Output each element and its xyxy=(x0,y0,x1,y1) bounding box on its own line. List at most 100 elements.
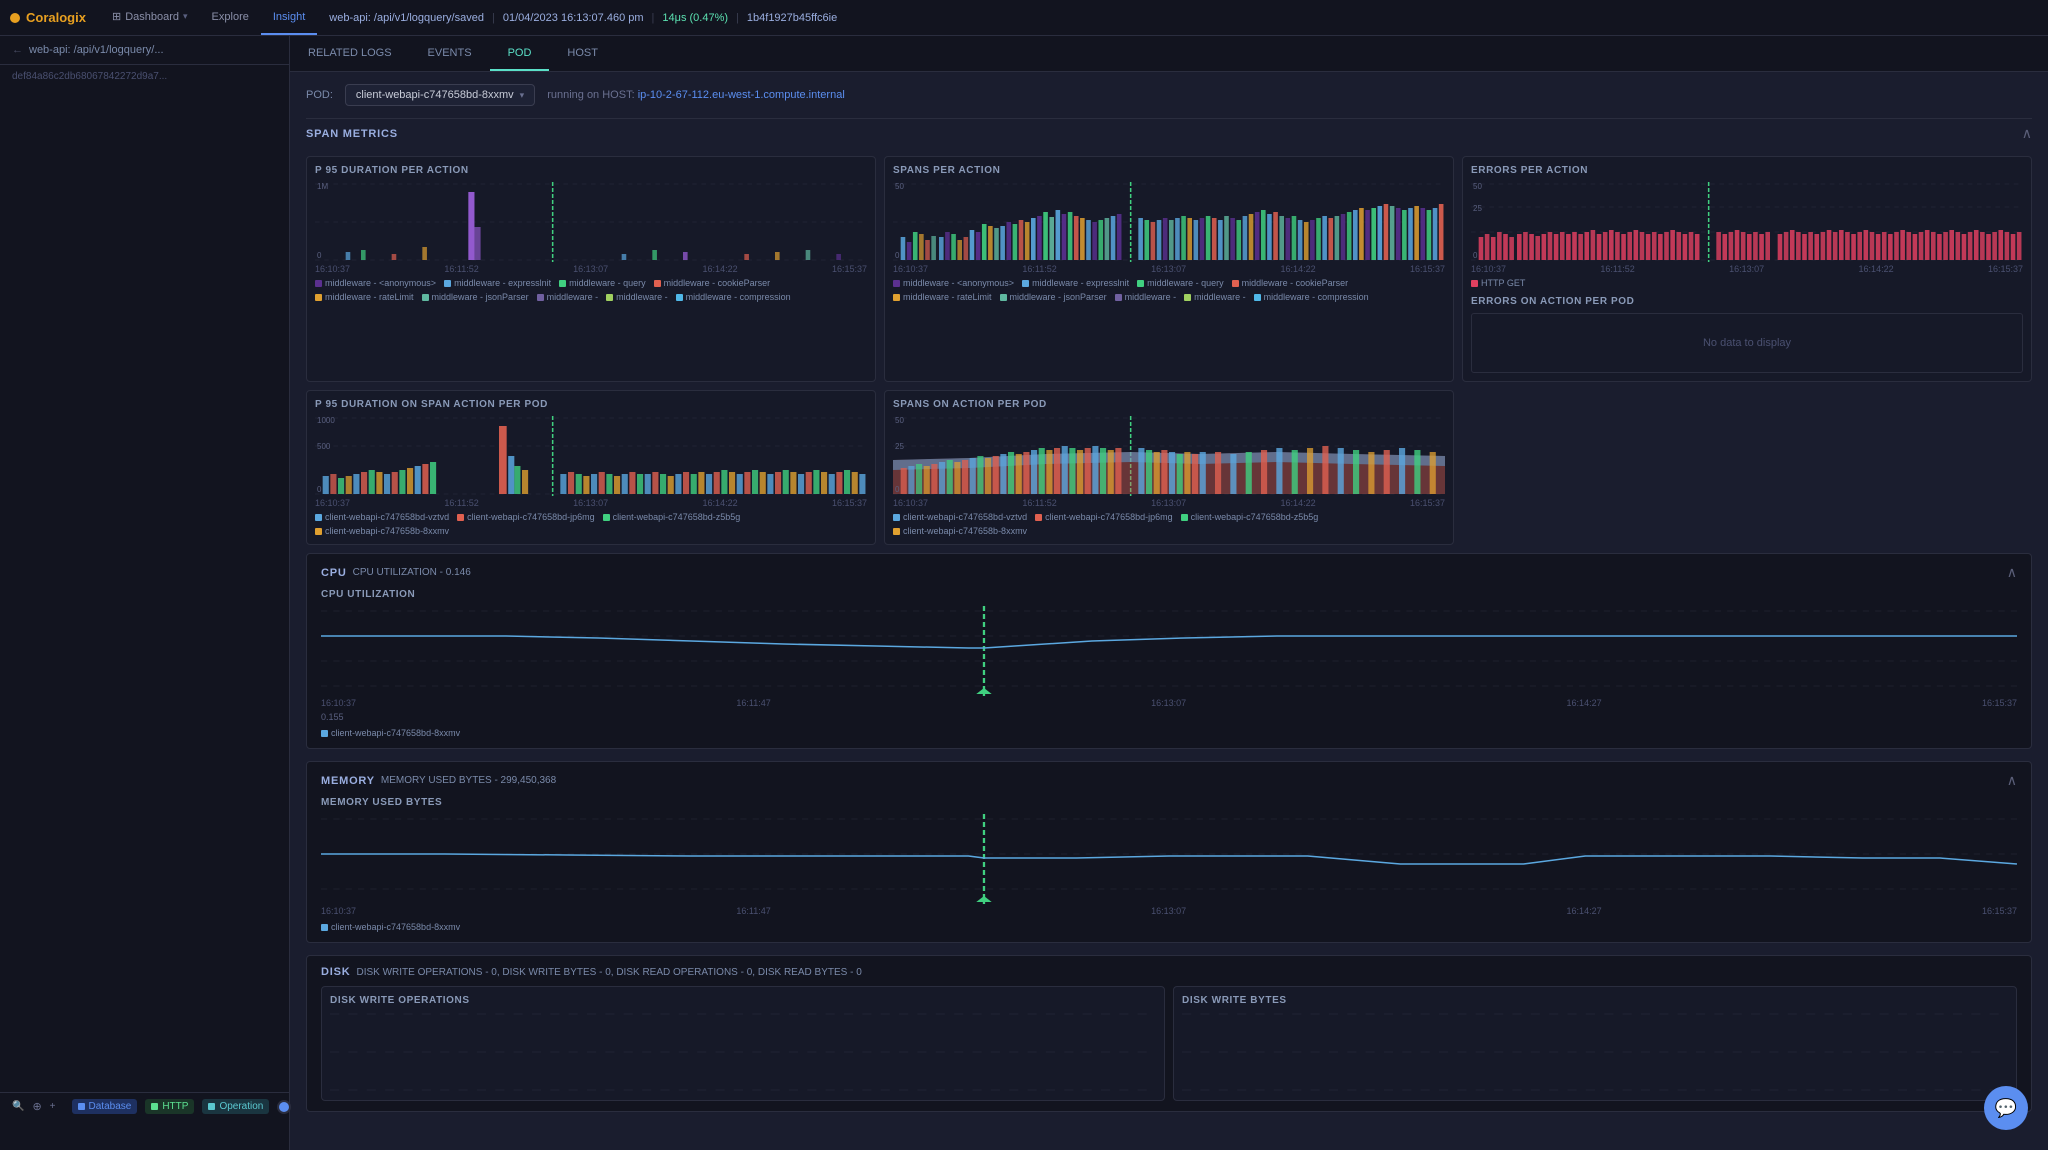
memory-collapse-button[interactable]: ∧ xyxy=(2007,772,2017,789)
span-metrics-title: SPAN METRICS xyxy=(306,128,398,140)
y-label-1m: 1M xyxy=(317,182,328,191)
nav-hash: 1b4f1927b45ffc6ie xyxy=(747,12,837,24)
memory-subtitle: MEMORY USED BYTES - 299,450,368 xyxy=(381,775,556,786)
brand-dot xyxy=(10,13,20,23)
chart-errors-title: ERRORS PER ACTION xyxy=(1471,165,2023,176)
y-label-50e: 50 xyxy=(1473,182,1482,191)
toggle-switch[interactable] xyxy=(277,1100,291,1114)
span-metrics-bottom-row: P 95 DURATION ON SPAN ACTION PER POD xyxy=(306,390,2032,545)
disk-subtitle: DISK WRITE OPERATIONS - 0, DISK WRITE BY… xyxy=(356,967,861,978)
y-label-1000: 1000 xyxy=(317,416,335,425)
chat-icon: 💬 xyxy=(1995,1098,2017,1119)
nav-path: web-api: /api/v1/logquery/saved xyxy=(329,12,484,24)
sidebar-path: web-api: /api/v1/logquery/... xyxy=(29,44,164,56)
disk-write-ops-title: DISK WRITE OPERATIONS xyxy=(330,995,1156,1006)
disk-write-ops: DISK WRITE OPERATIONS xyxy=(321,986,1165,1101)
grid-icon: ⊞ xyxy=(112,10,121,23)
y-label-25e: 25 xyxy=(1473,204,1482,213)
errors-on-action-pod-header: ERRORS ON ACTION PER POD No data to disp… xyxy=(1471,296,2023,373)
running-on-label: running on HOST: ip-10-2-67-112.eu-west-… xyxy=(547,89,845,101)
nav-dashboard[interactable]: ⊞ Dashboard ▾ xyxy=(100,0,200,35)
chevron-down-icon: ▾ xyxy=(183,11,188,22)
brand-logo[interactable]: Coralogix xyxy=(10,10,86,25)
sidebar-breadcrumb: ← web-api: /api/v1/logquery/... xyxy=(0,36,289,65)
chat-button[interactable]: 💬 xyxy=(1984,1086,2028,1130)
breadcrumb-path: web-api: /api/v1/logquery/saved | 01/04/… xyxy=(329,12,837,24)
plus-icon[interactable]: + xyxy=(50,1101,56,1112)
y-label-50: 50 xyxy=(895,182,904,191)
cpu-section: CPU CPU UTILIZATION - 0.146 ∧ CPU UTILIZ… xyxy=(306,553,2032,749)
badge-http: HTTP xyxy=(145,1099,194,1114)
chart-spans-area: 50 0 xyxy=(893,182,1445,262)
cpu-header: CPU CPU UTILIZATION - 0.146 ∧ xyxy=(321,564,2017,581)
sep2: | xyxy=(652,12,655,24)
disk-header: DISK DISK WRITE OPERATIONS - 0, DISK WRI… xyxy=(321,966,2017,978)
x-axis-errors: 16:10:3716:11:5216:13:0716:14:2216:15:37 xyxy=(1471,264,2023,274)
tab-pod[interactable]: POD xyxy=(490,36,550,71)
memory-legend: client-webapi-c747658bd-8xxmv xyxy=(321,922,2017,932)
y-label-0: 0 xyxy=(317,251,321,260)
memory-section: MEMORY MEMORY USED BYTES - 299,450,368 ∧… xyxy=(306,761,2032,943)
legend-p95-pod: client-webapi-c747658bd-vztvd client-web… xyxy=(315,512,867,536)
cpu-title: CPU xyxy=(321,567,347,579)
legend-errors: HTTP GET xyxy=(1471,278,2023,288)
disk-title: DISK xyxy=(321,966,350,978)
y-label-0b: 0 xyxy=(895,251,899,260)
empty-col xyxy=(1462,390,2032,545)
disk-section: DISK DISK WRITE OPERATIONS - 0, DISK WRI… xyxy=(306,955,2032,1112)
y-label-0e: 0 xyxy=(1473,251,1477,260)
pod-label: POD: xyxy=(306,89,333,101)
disk-write-bytes-chart xyxy=(1182,1012,2008,1092)
legend-spans: middleware - <anonymous> middleware - ex… xyxy=(893,278,1445,302)
memory-chart-title: MEMORY USED BYTES xyxy=(321,797,2017,808)
sidebar-toolbar: 🔍 ⊕ + Database HTTP Operation xyxy=(0,1092,289,1120)
pod-name: client-webapi-c747658bd-8xxmv xyxy=(356,89,514,101)
chart-p95-duration: P 95 DURATION PER ACTION xyxy=(306,156,876,382)
chart-spans-per-action: SPANS PER ACTION xyxy=(884,156,1454,382)
host-link[interactable]: ip-10-2-67-112.eu-west-1.compute.interna… xyxy=(638,89,845,101)
cpu-chart xyxy=(321,606,2017,696)
chart-errors-area: 50 25 0 xyxy=(1471,182,2023,262)
no-data-label: No data to display xyxy=(1703,337,1791,349)
x-axis-spans-pod: 16:10:3716:11:5216:13:0716:14:2216:15:37 xyxy=(893,498,1445,508)
brand-name: Coralogix xyxy=(26,10,86,25)
disk-charts: DISK WRITE OPERATIONS DISK WRITE BYTES xyxy=(321,986,2017,1101)
nav-duration: 14μs (0.47%) xyxy=(662,12,728,24)
y-label-25s: 25 xyxy=(895,442,904,451)
chart-p95-area: 1M 0 xyxy=(315,182,867,262)
cpu-collapse-button[interactable]: ∧ xyxy=(2007,564,2017,581)
search-zoom-icon[interactable]: ⊕ xyxy=(32,1100,41,1113)
chart-p95-pod: P 95 DURATION ON SPAN ACTION PER POD xyxy=(306,390,876,545)
disk-write-ops-chart xyxy=(330,1012,1156,1092)
y-label-0c: 0 xyxy=(317,485,321,494)
top-navigation: Coralogix ⊞ Dashboard ▾ Explore Insight … xyxy=(0,0,2048,36)
memory-chart xyxy=(321,814,2017,904)
nav-explore[interactable]: Explore xyxy=(200,0,261,35)
x-axis-p95-pod: 16:10:3716:11:5216:13:0716:14:2216:15:37 xyxy=(315,498,867,508)
collapse-button[interactable]: ∧ xyxy=(2022,125,2032,142)
chart-spans-pod-area: 50 25 0 xyxy=(893,416,1445,496)
chevron-down-icon: ▾ xyxy=(520,90,525,101)
disk-write-bytes-title: DISK WRITE BYTES xyxy=(1182,995,2008,1006)
search-icon[interactable]: 🔍 xyxy=(12,1101,24,1112)
tab-events[interactable]: EVENTS xyxy=(410,36,490,71)
chart-spans-pod: SPANS ON ACTION PER POD xyxy=(884,390,1454,545)
tab-related-logs[interactable]: RELATED LOGS xyxy=(290,36,410,71)
legend-spans-pod: client-webapi-c747658bd-vztvd client-web… xyxy=(893,512,1445,536)
tab-bar: RELATED LOGS EVENTS POD HOST xyxy=(290,36,2048,72)
x-axis-memory: 16:10:3716:11:4716:13:0716:14:2716:15:37 xyxy=(321,906,2017,916)
cpu-subtitle: CPU UTILIZATION - 0.146 xyxy=(353,567,471,578)
sep1: | xyxy=(492,12,495,24)
badge-database: Database xyxy=(72,1099,138,1114)
chart-p95-title: P 95 DURATION PER ACTION xyxy=(315,165,867,176)
left-sidebar: ← web-api: /api/v1/logquery/... def84a86… xyxy=(0,36,290,1150)
sidebar-hash: def84a86c2db68067842272d9a7... xyxy=(0,65,289,88)
tab-host[interactable]: HOST xyxy=(549,36,616,71)
chart-errors-per-action: ERRORS PER ACTION xyxy=(1462,156,2032,382)
nav-insight[interactable]: Insight xyxy=(261,0,317,35)
span-metrics-header: SPAN METRICS ∧ xyxy=(306,118,2032,148)
sep3: | xyxy=(736,12,739,24)
back-arrow-icon[interactable]: ← xyxy=(12,44,23,56)
pod-dropdown[interactable]: client-webapi-c747658bd-8xxmv ▾ xyxy=(345,84,535,106)
chart-p95-pod-area: 1000 500 0 xyxy=(315,416,867,496)
